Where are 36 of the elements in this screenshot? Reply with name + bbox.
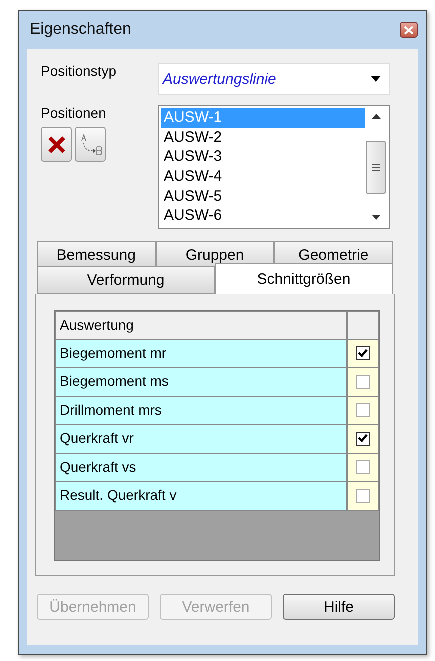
tab[interactable]: Schnittgrößen [215,263,393,294]
cross-icon [46,134,66,154]
list-item[interactable]: AUSW-5 [161,186,365,206]
a-to-b-icon [78,132,102,156]
field-label: Positionstyp [41,63,118,81]
table-cell: Biegemoment ms [55,368,347,396]
close-icon [404,26,414,34]
list-item[interactable]: AUSW-6 [161,206,365,226]
table-cell: Querkraft vs [55,454,347,482]
close-button[interactable] [400,22,418,38]
dialog-button[interactable]: Hilfe [283,594,395,620]
checkbox[interactable] [356,374,370,389]
type-dropdown[interactable]: Auswertungslinie [158,63,390,95]
tab[interactable]: Verformung [37,266,215,294]
table-cell: Drillmoment mrs [55,396,347,425]
column-header: Auswertung [55,311,347,340]
checkbox[interactable] [356,488,370,503]
window-title: Eigenschaften [29,21,132,39]
checkbox[interactable] [356,432,370,446]
a-to-b-button[interactable] [75,127,106,162]
table-cell: Biegemoment mr [55,340,347,368]
table-cell: Result. Querkraft v [55,482,347,510]
checkbox[interactable] [356,403,370,418]
dropdown-arrow-icon [371,76,381,82]
scroll-down-icon[interactable] [372,215,380,220]
scroll-up-icon[interactable] [372,114,380,119]
table-cell: Querkraft vr [55,425,347,454]
scrollbar-thumb[interactable] [366,140,386,194]
list-item[interactable]: AUSW-4 [161,167,365,187]
positions-list[interactable]: AUSW-1 AUSW-2 AUSW-3 AUSW-4 AUSW-5 AUSW-6 [158,105,390,229]
field-label: Positionen [41,105,108,121]
checkbox[interactable] [356,460,370,474]
delete-button[interactable] [41,127,72,162]
list-item[interactable]: AUSW-2 [161,128,365,148]
checkbox[interactable] [356,346,370,360]
list-item[interactable]: AUSW-3 [161,147,365,168]
